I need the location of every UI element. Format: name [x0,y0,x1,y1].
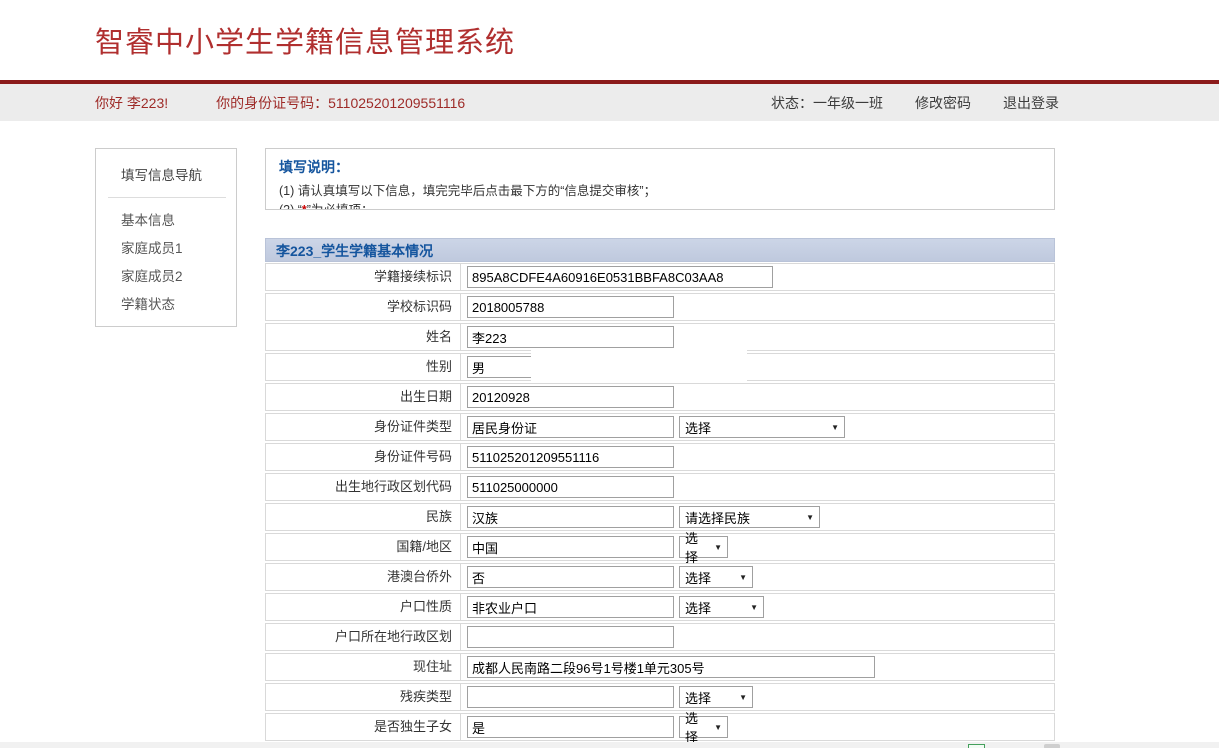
bottom-strip [0,742,1219,748]
sidebar-item-basic-info[interactable]: 基本信息 [96,207,236,235]
household-type-select[interactable]: 选择 ▼ [679,596,764,618]
form-row-continuation-id: 学籍接续标识 ▼ [265,263,1055,291]
field-label: 出生日期 [266,384,461,410]
birthplace-code-input[interactable] [467,476,674,498]
dropdown-arrow-icon: ▼ [750,603,758,612]
notice-box: 填写说明： (1) 请认真填写以下信息，填完完毕后点击最下方的“信息提交审核”；… [265,148,1055,210]
field-label: 户口所在地行政区划 [266,624,461,650]
change-password-link[interactable]: 修改密码 [915,93,971,113]
form-row-birth-date: 出生日期 ▼ [265,383,1055,411]
white-overlay-patch [531,349,747,383]
field-label: 残疾类型 [266,684,461,710]
field-label: 学校标识码 [266,294,461,320]
disability-type-select[interactable]: 选择 ▼ [679,686,753,708]
dropdown-arrow-icon: ▼ [714,723,722,732]
household-region-input[interactable] [467,626,674,648]
status-label: 状态： [771,95,813,111]
field-label: 学籍接续标识 [266,264,461,290]
form-row-disability-type: 残疾类型 选择 ▼ [265,683,1055,711]
form-row-hmt-overseas: 港澳台侨外 选择 ▼ [265,563,1055,591]
form-section-header: 李223_学生学籍基本情况 [265,238,1055,262]
form-row-name: 姓名 ▼ [265,323,1055,351]
field-label: 国籍/地区 [266,534,461,560]
dropdown-arrow-icon: ▼ [739,573,747,582]
field-label: 民族 [266,504,461,530]
form-row-only-child: 是否独生子女 选择 ▼ [265,713,1055,741]
field-label: 是否独生子女 [266,714,461,740]
form-row-ethnicity: 民族 请选择民族 ▼ [265,503,1055,531]
address-input[interactable] [467,656,875,678]
field-label: 出生地行政区划代码 [266,474,461,500]
user-bar-right: 状态：一年级一班 修改密码 退出登录 [771,93,1059,113]
nationality-input[interactable] [467,536,674,558]
form-row-school-id: 学校标识码 ▼ [265,293,1055,321]
disability-type-input[interactable] [467,686,674,708]
page: 智睿中小学生学籍信息管理系统 你好 李223! 你的身份证号码：51102520… [0,0,1219,748]
form-row-address: 现住址 ▼ [265,653,1055,681]
form-row-id-number: 身份证件号码 ▼ [265,443,1055,471]
nationality-select[interactable]: 选择 ▼ [679,536,728,558]
form-row-birthplace-code: 出生地行政区划代码 ▼ [265,473,1055,501]
dropdown-arrow-icon: ▼ [739,693,747,702]
notice-title: 填写说明： [279,157,1041,177]
logout-link[interactable]: 退出登录 [1003,93,1059,113]
form-row-id-type: 身份证件类型 选择 ▼ [265,413,1055,441]
green-artifact-icon [968,744,985,748]
form-row-nationality: 国籍/地区 选择 ▼ [265,533,1055,561]
field-label: 户口性质 [266,594,461,620]
sidebar-item-family-member-1[interactable]: 家庭成员1 [96,235,236,263]
household-type-input[interactable] [467,596,674,618]
sidebar-item-family-member-2[interactable]: 家庭成员2 [96,263,236,291]
dropdown-arrow-icon: ▼ [831,423,839,432]
user-bar: 你好 李223! 你的身份证号码：511025201209551116 状态：一… [0,84,1219,121]
hmt-overseas-input[interactable] [467,566,674,588]
ethnicity-select[interactable]: 请选择民族 ▼ [679,506,820,528]
status-value: 一年级一班 [813,95,883,111]
id-number-input[interactable] [467,446,674,468]
name-input[interactable] [467,326,674,348]
dropdown-arrow-icon: ▼ [806,513,814,522]
field-label: 现住址 [266,654,461,680]
form-row-household-type: 户口性质 选择 ▼ [265,593,1055,621]
user-greeting: 你好 李223! [95,93,168,113]
form-row-household-region: 户口所在地行政区划 ▼ [265,623,1055,651]
user-id-label: 你的身份证号码： [216,95,328,111]
user-id: 你的身份证号码：511025201209551116 [216,93,465,113]
dropdown-arrow-icon: ▼ [714,543,722,552]
hmt-overseas-select[interactable]: 选择 ▼ [679,566,753,588]
only-child-select[interactable]: 选择 ▼ [679,716,728,738]
field-label: 港澳台侨外 [266,564,461,590]
gray-artifact-icon [1044,744,1060,748]
sidebar-title: 填写信息导航 [96,149,236,184]
site-header: 智睿中小学生学籍信息管理系统 [0,0,1219,80]
sidebar: 填写信息导航 基本信息 家庭成员1 家庭成员2 学籍状态 [95,148,237,327]
status: 状态：一年级一班 [771,93,883,113]
field-label: 性别 [266,354,461,380]
id-type-input[interactable] [467,416,674,438]
sidebar-item-enrollment-status[interactable]: 学籍状态 [96,291,236,319]
field-label: 姓名 [266,324,461,350]
sidebar-divider [108,197,226,198]
field-label: 身份证件类型 [266,414,461,440]
only-child-input[interactable] [467,716,674,738]
student-basic-info-form: 李223_学生学籍基本情况 学籍接续标识 ▼ 学校标识码 ▼ 姓名 [265,238,1055,741]
school-id-input[interactable] [467,296,674,318]
form-rows: 学籍接续标识 ▼ 学校标识码 ▼ 姓名 ▼ 性 [265,263,1055,741]
field-label: 身份证件号码 [266,444,461,470]
user-id-value: 511025201209551116 [328,95,465,111]
notice-line-1: (1) 请认真填写以下信息，填完完毕后点击最下方的“信息提交审核”； [279,182,1041,201]
notice-line-2: (2) “*”为必填项； [279,201,1041,210]
continuation-id-input[interactable] [467,266,773,288]
ethnicity-input[interactable] [467,506,674,528]
id-type-select[interactable]: 选择 ▼ [679,416,845,438]
birth-date-input[interactable] [467,386,674,408]
site-title: 智睿中小学生学籍信息管理系统 [95,19,515,61]
